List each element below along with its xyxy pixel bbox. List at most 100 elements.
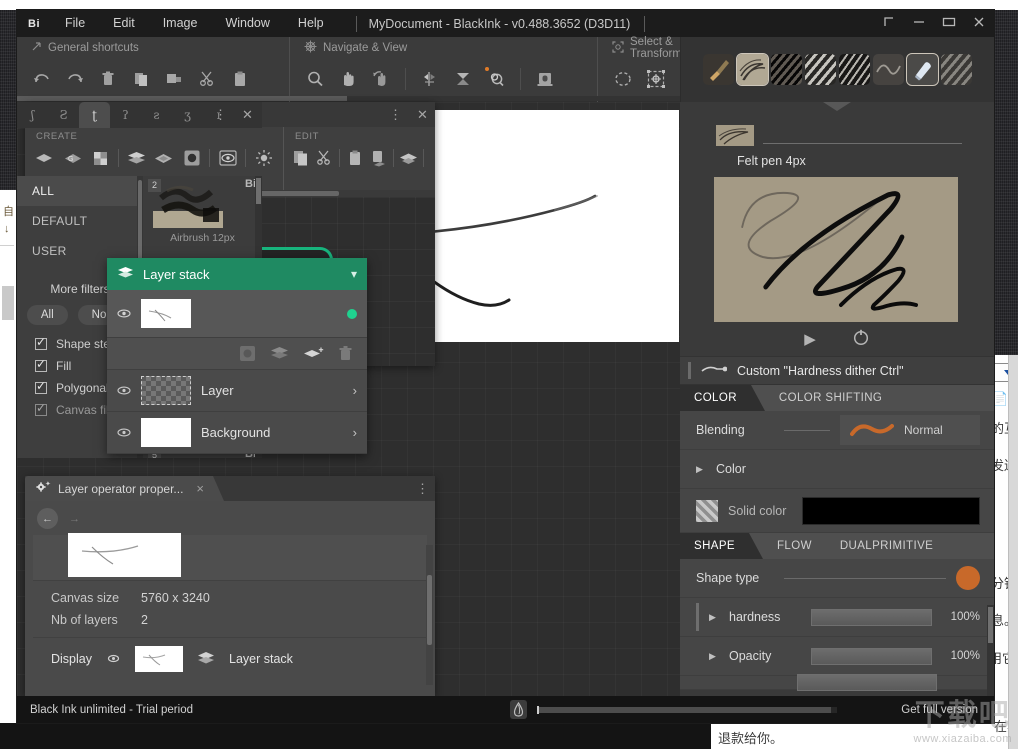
maximize-window-button[interactable] — [934, 10, 964, 37]
filter-all-button[interactable]: All — [26, 305, 68, 325]
tab-dualprimitive[interactable]: DUALPRIMITIVE — [826, 533, 947, 559]
minimize-window-button[interactable] — [904, 10, 934, 37]
table-row[interactable]: Background › — [107, 412, 367, 454]
layer-props-tab[interactable]: ✦ Layer operator proper... × — [25, 476, 214, 501]
tab-color[interactable]: COLOR — [680, 385, 751, 411]
cut-layer-icon[interactable] — [313, 143, 335, 173]
fullscreen-icon[interactable] — [530, 64, 560, 94]
library-tab-3[interactable]: ʈ — [79, 102, 110, 128]
tab-color-shifting[interactable]: COLOR SHIFTING — [765, 385, 896, 411]
close-window-button[interactable] — [964, 10, 994, 37]
eye-icon[interactable] — [117, 309, 131, 318]
solid-color-swatch[interactable] — [802, 496, 980, 525]
shape-type-swatch[interactable] — [956, 566, 980, 590]
brush-preset-dark-hatch[interactable] — [771, 54, 802, 85]
paste-layer-icon[interactable] — [344, 143, 366, 173]
visibility-layer-icon[interactable] — [214, 143, 241, 173]
eye-icon[interactable] — [117, 386, 131, 395]
preview-expand-arrow-icon[interactable] — [956, 235, 958, 249]
menu-edit[interactable]: Edit — [99, 10, 149, 37]
copy-icon[interactable] — [126, 64, 156, 94]
eye-icon[interactable] — [106, 652, 121, 666]
merge-layer-icon[interactable] — [151, 143, 178, 173]
library-tab-6[interactable]: ʒ — [172, 102, 203, 128]
new-layer-diamond-icon[interactable] — [31, 143, 58, 173]
rotate-view-icon[interactable] — [366, 64, 396, 94]
tab-shape[interactable]: SHAPE — [680, 533, 749, 559]
table-row[interactable] — [107, 290, 367, 338]
layer-props-tab-close[interactable]: × — [196, 481, 204, 496]
duplicate-layer-icon[interactable] — [270, 346, 289, 361]
library-tab-1[interactable]: ʃ — [17, 102, 48, 128]
power-icon[interactable] — [852, 328, 870, 351]
library-tab-5[interactable]: ƨ — [141, 102, 172, 128]
brush-preset-soft-hatch[interactable] — [941, 54, 972, 85]
play-button[interactable]: ▶ — [804, 330, 816, 348]
delete-layer-icon[interactable] — [338, 345, 353, 362]
flip-icon[interactable] — [448, 64, 478, 94]
trash-icon[interactable] — [93, 64, 123, 94]
layer-props-scrollbar[interactable] — [426, 545, 433, 685]
cut-icon[interactable] — [192, 64, 222, 94]
brush-library-close-button[interactable]: ✕ — [235, 103, 260, 128]
checker-layer-icon[interactable] — [87, 143, 114, 173]
layer-thumbnail[interactable] — [141, 418, 191, 447]
eye-icon[interactable] — [117, 428, 131, 437]
chevron-down-icon[interactable]: ▾ — [351, 267, 357, 281]
copy-layer-icon[interactable] — [290, 143, 312, 173]
brush-preset-light-hatch[interactable] — [805, 54, 836, 85]
brush-preset-paintbrush[interactable] — [703, 54, 734, 85]
display-thumbnail[interactable] — [135, 646, 183, 672]
table-row[interactable]: Layer › — [107, 370, 367, 412]
mask-layer-icon[interactable] — [178, 143, 205, 173]
zoom-fit-icon[interactable] — [481, 64, 511, 94]
custom-control-row[interactable]: Custom "Hardness dither Ctrl" — [680, 356, 994, 385]
category-all[interactable]: ALL — [17, 176, 143, 206]
brush-preset-rough-hatch[interactable] — [839, 54, 870, 85]
partial-slider[interactable] — [797, 674, 937, 691]
nav-back-button[interactable]: ← — [37, 508, 58, 529]
opacity-slider[interactable] — [811, 647, 932, 665]
add-layer-icon[interactable] — [303, 346, 324, 361]
layer-stack-icon[interactable] — [123, 143, 150, 173]
list-item[interactable]: 2 Bi Airbrush 12px — [143, 176, 262, 266]
pan-hand-icon[interactable] — [333, 64, 363, 94]
menu-file[interactable]: File — [51, 10, 99, 37]
redo-icon[interactable] — [60, 64, 90, 94]
zoom-icon[interactable] — [300, 64, 330, 94]
chevron-right-icon[interactable]: ▶ — [709, 612, 719, 623]
collapse-panel-handle[interactable] — [823, 102, 851, 111]
mirror-icon[interactable] — [415, 64, 445, 94]
brush-preset-eraser[interactable] — [906, 53, 939, 86]
blending-mode-select[interactable]: Normal — [840, 415, 980, 445]
chevron-right-icon[interactable]: ▶ — [696, 464, 706, 475]
transform-icon[interactable] — [641, 64, 671, 94]
color-group-row[interactable]: ▶ Color — [680, 450, 994, 489]
menu-image[interactable]: Image — [149, 10, 212, 37]
brightness-layer-icon[interactable] — [250, 143, 277, 173]
chevron-right-icon[interactable]: › — [353, 383, 357, 398]
gradient-layer-icon[interactable]: G — [59, 143, 86, 173]
brush-stroke-preview[interactable] — [714, 177, 958, 322]
nav-forward-button[interactable]: → — [64, 508, 85, 529]
layer-editor-menu-button[interactable]: ⋮ — [383, 102, 408, 127]
stamp-layer-icon[interactable] — [367, 143, 389, 173]
menu-help[interactable]: Help — [284, 10, 338, 37]
restore-window-button[interactable] — [874, 10, 904, 37]
duplicate-icon[interactable] — [159, 64, 189, 94]
hardness-slider[interactable] — [811, 608, 932, 626]
category-default[interactable]: DEFAULT — [17, 206, 143, 236]
menu-window[interactable]: Window — [211, 10, 283, 37]
flatten-layer-icon[interactable] — [397, 143, 419, 173]
brush-preset-felt-pen[interactable] — [736, 53, 769, 86]
chevron-right-icon[interactable]: › — [353, 425, 357, 440]
background-scrollbar[interactable] — [1008, 355, 1018, 749]
get-full-version-button[interactable]: Get full version — [901, 704, 994, 716]
mask-icon[interactable] — [239, 345, 256, 362]
layer-props-preview-thumbnail[interactable] — [68, 533, 181, 577]
checker-swatch[interactable] — [696, 499, 718, 522]
library-tab-4[interactable]: ʔ — [110, 102, 141, 128]
brush-settings-scrollbar[interactable] — [987, 605, 994, 696]
brush-library-menu-button[interactable]: ⋮ — [208, 103, 233, 128]
lasso-select-icon[interactable] — [608, 64, 638, 94]
